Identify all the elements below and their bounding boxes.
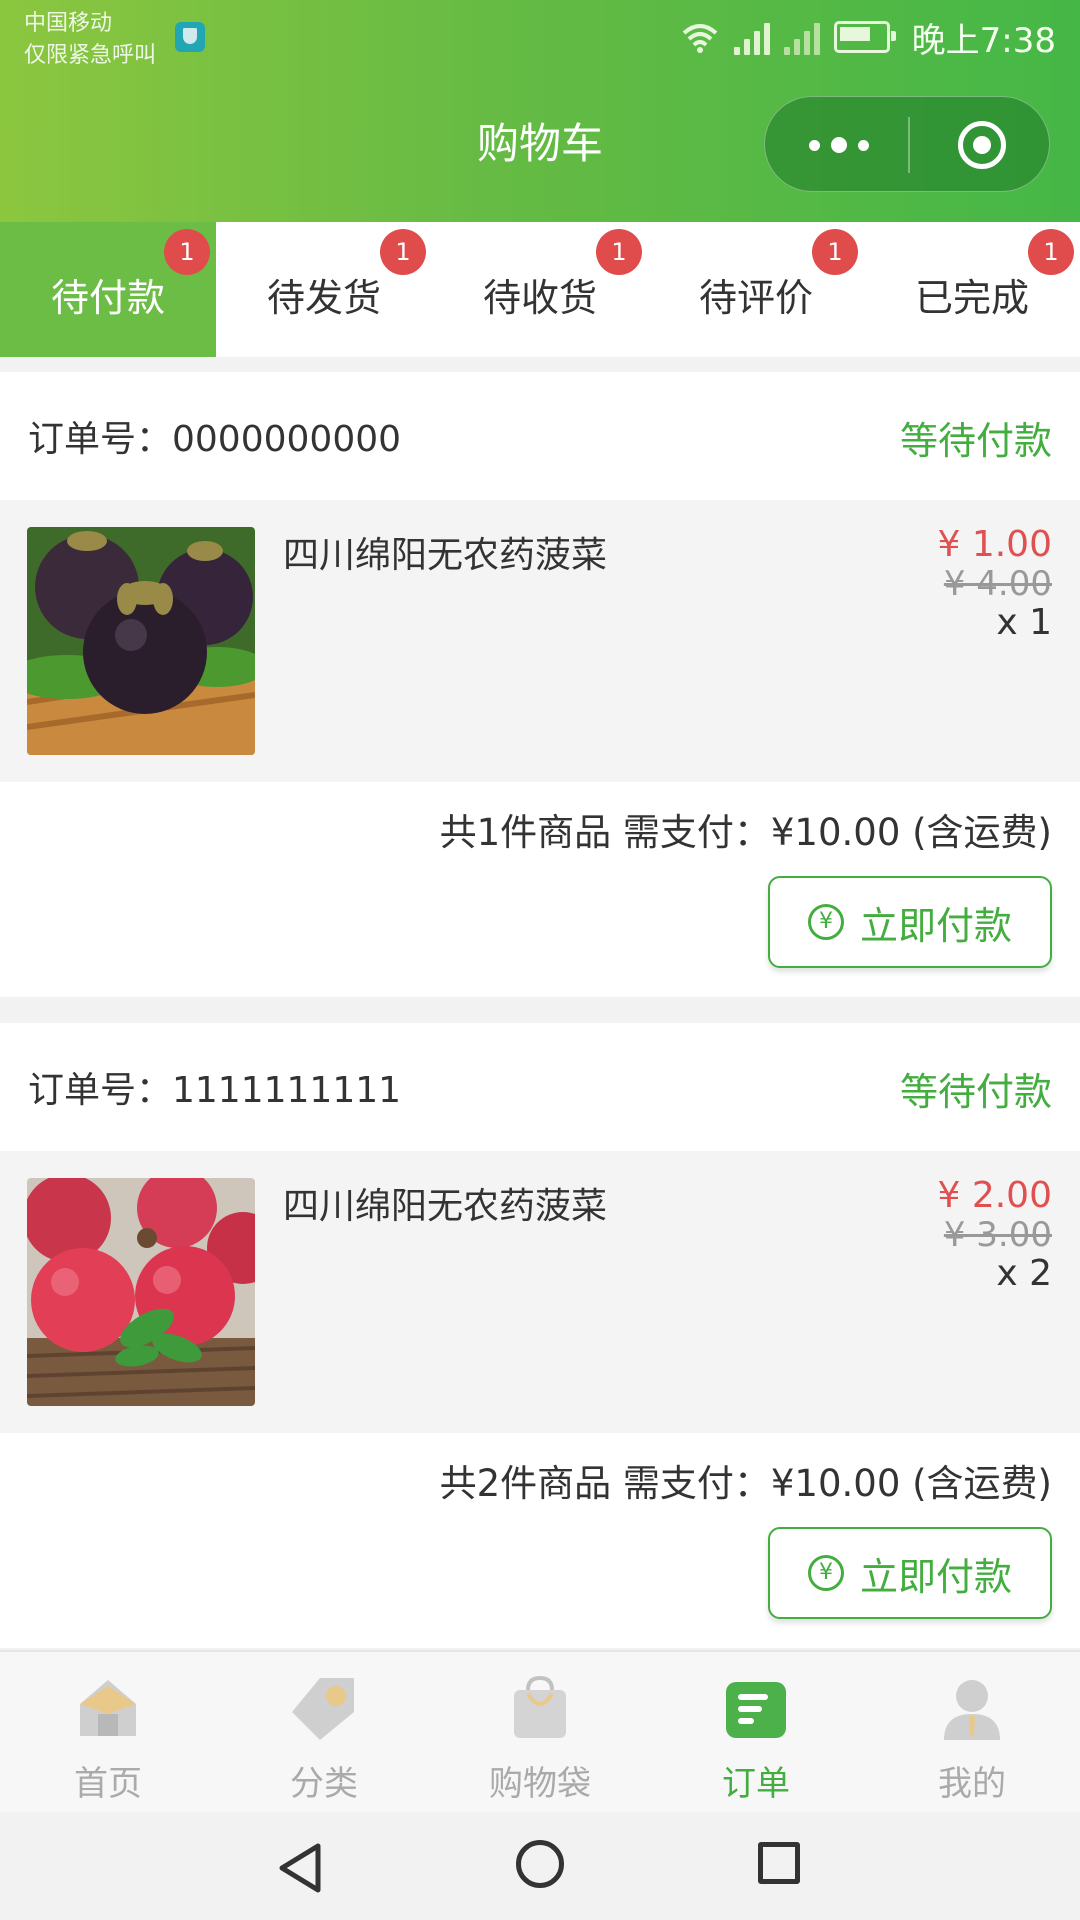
order-number: 订单号：0000000000	[28, 419, 402, 460]
order-status: 等待付款	[899, 419, 1052, 463]
close-target-icon[interactable]	[958, 121, 1006, 169]
order-summary: 共1件商品 需支付：¥10.00 (含运费)	[439, 811, 1052, 854]
product-name: 四川绵阳无农药菠菜	[283, 1186, 608, 1227]
tabbar-category[interactable]: 分类	[216, 1652, 432, 1814]
tab-badge: 1	[812, 229, 858, 275]
home-button-icon[interactable]	[516, 1840, 564, 1888]
recent-apps-icon[interactable]	[758, 1842, 800, 1884]
mini-program-capsule	[764, 96, 1050, 192]
order-item[interactable]: 四川绵阳无农药菠菜 ¥ 2.00 ¥ 3.00 x 2	[0, 1151, 1080, 1433]
app-header: 中国移动 仅限紧急呼叫 晚上7:38 购物车	[0, 0, 1080, 222]
home-icon	[80, 1680, 136, 1736]
bottom-tab-bar: 首页 分类 购物袋 订单 我的	[0, 1650, 1080, 1814]
tabbar-label: 我的	[938, 1764, 1006, 1804]
signal-icon	[733, 19, 770, 55]
yen-icon: ¥	[807, 904, 844, 940]
carrier-name: 中国移动	[24, 11, 113, 36]
tab-label: 待付款	[50, 276, 165, 320]
tabbar-profile[interactable]: 我的	[864, 1652, 1080, 1814]
tab-label: 待收货	[482, 276, 597, 320]
product-price: ¥ 2.00	[937, 1175, 1052, 1216]
tabbar-label: 购物袋	[489, 1764, 591, 1804]
tab-label: 已完成	[914, 276, 1029, 320]
product-price: ¥ 1.00	[937, 524, 1052, 565]
order-item[interactable]: 四川绵阳无农药菠菜 ¥ 1.00 ¥ 4.00 x 1	[0, 500, 1080, 782]
product-image-mangosteen[interactable]	[27, 527, 255, 755]
product-image-red-fruit[interactable]	[27, 1178, 255, 1406]
tab-pending-receipt[interactable]: 待收货 1	[432, 222, 648, 357]
tab-pending-payment[interactable]: 待付款 1	[0, 222, 216, 357]
tab-badge: 1	[164, 229, 210, 275]
more-icon[interactable]	[809, 137, 869, 153]
tabbar-bag[interactable]: 购物袋	[432, 1652, 648, 1814]
pay-now-label: 立即付款	[859, 1554, 1012, 1599]
product-name: 四川绵阳无农药菠菜	[283, 535, 608, 576]
product-original-price: ¥ 3.00	[943, 1215, 1052, 1255]
status-time: 晚上7:38	[911, 20, 1056, 61]
order-header: 订单号：1111111111 等待付款	[0, 1023, 1080, 1151]
tab-label: 待评价	[698, 276, 813, 320]
tabbar-label: 首页	[74, 1764, 142, 1804]
bag-icon	[514, 1675, 566, 1738]
order-header: 订单号：0000000000 等待付款	[0, 372, 1080, 500]
capsule-divider	[908, 117, 910, 173]
pay-now-button[interactable]: ¥ 立即付款	[768, 1527, 1052, 1619]
shield-icon	[175, 22, 205, 52]
tab-badge: 1	[380, 229, 426, 275]
product-original-price: ¥ 4.00	[943, 564, 1052, 604]
order-number: 订单号：1111111111	[28, 1070, 402, 1111]
system-nav-bar	[0, 1812, 1080, 1920]
tab-badge: 1	[1028, 229, 1074, 275]
tab-pending-shipment[interactable]: 待发货 1	[216, 222, 432, 357]
order-status-tabs: 待付款 1 待发货 1 待收货 1 待评价 1 已完成 1	[0, 222, 1080, 357]
order-card: 订单号：0000000000 等待付款 四川绵阳无农药菠菜 ¥ 1.00 ¥ 4…	[0, 372, 1080, 997]
user-icon	[944, 1680, 1000, 1740]
tab-badge: 1	[596, 229, 642, 275]
status-carrier: 中国移动 仅限紧急呼叫	[24, 8, 156, 72]
pay-now-label: 立即付款	[859, 903, 1012, 948]
back-icon[interactable]	[276, 1842, 324, 1894]
battery-icon	[833, 21, 896, 53]
wifi-icon	[682, 24, 717, 53]
product-quantity: x 2	[996, 1253, 1052, 1294]
order-status: 等待付款	[899, 1070, 1052, 1114]
pay-now-button[interactable]: ¥ 立即付款	[768, 876, 1052, 968]
tab-label: 待发货	[266, 276, 381, 320]
signal-no-service-icon	[783, 19, 820, 55]
yen-icon: ¥	[807, 1555, 844, 1591]
tab-completed[interactable]: 已完成 1	[864, 222, 1080, 357]
tabbar-label: 分类	[290, 1764, 358, 1804]
order-card: 订单号：1111111111 等待付款 四川绵阳无农药菠菜 ¥ 2.00 ¥ 3…	[0, 1023, 1080, 1648]
order-summary: 共2件商品 需支付：¥10.00 (含运费)	[439, 1462, 1052, 1505]
status-indicators: 晚上7:38	[680, 12, 1056, 62]
product-quantity: x 1	[996, 602, 1052, 643]
tabbar-orders[interactable]: 订单	[648, 1652, 864, 1814]
order-icon	[726, 1682, 786, 1738]
tab-pending-review[interactable]: 待评价 1	[648, 222, 864, 357]
emergency-only: 仅限紧急呼叫	[24, 43, 157, 68]
tabbar-home[interactable]: 首页	[0, 1652, 216, 1814]
tag-icon	[292, 1678, 354, 1740]
tabbar-label: 订单	[722, 1764, 790, 1804]
